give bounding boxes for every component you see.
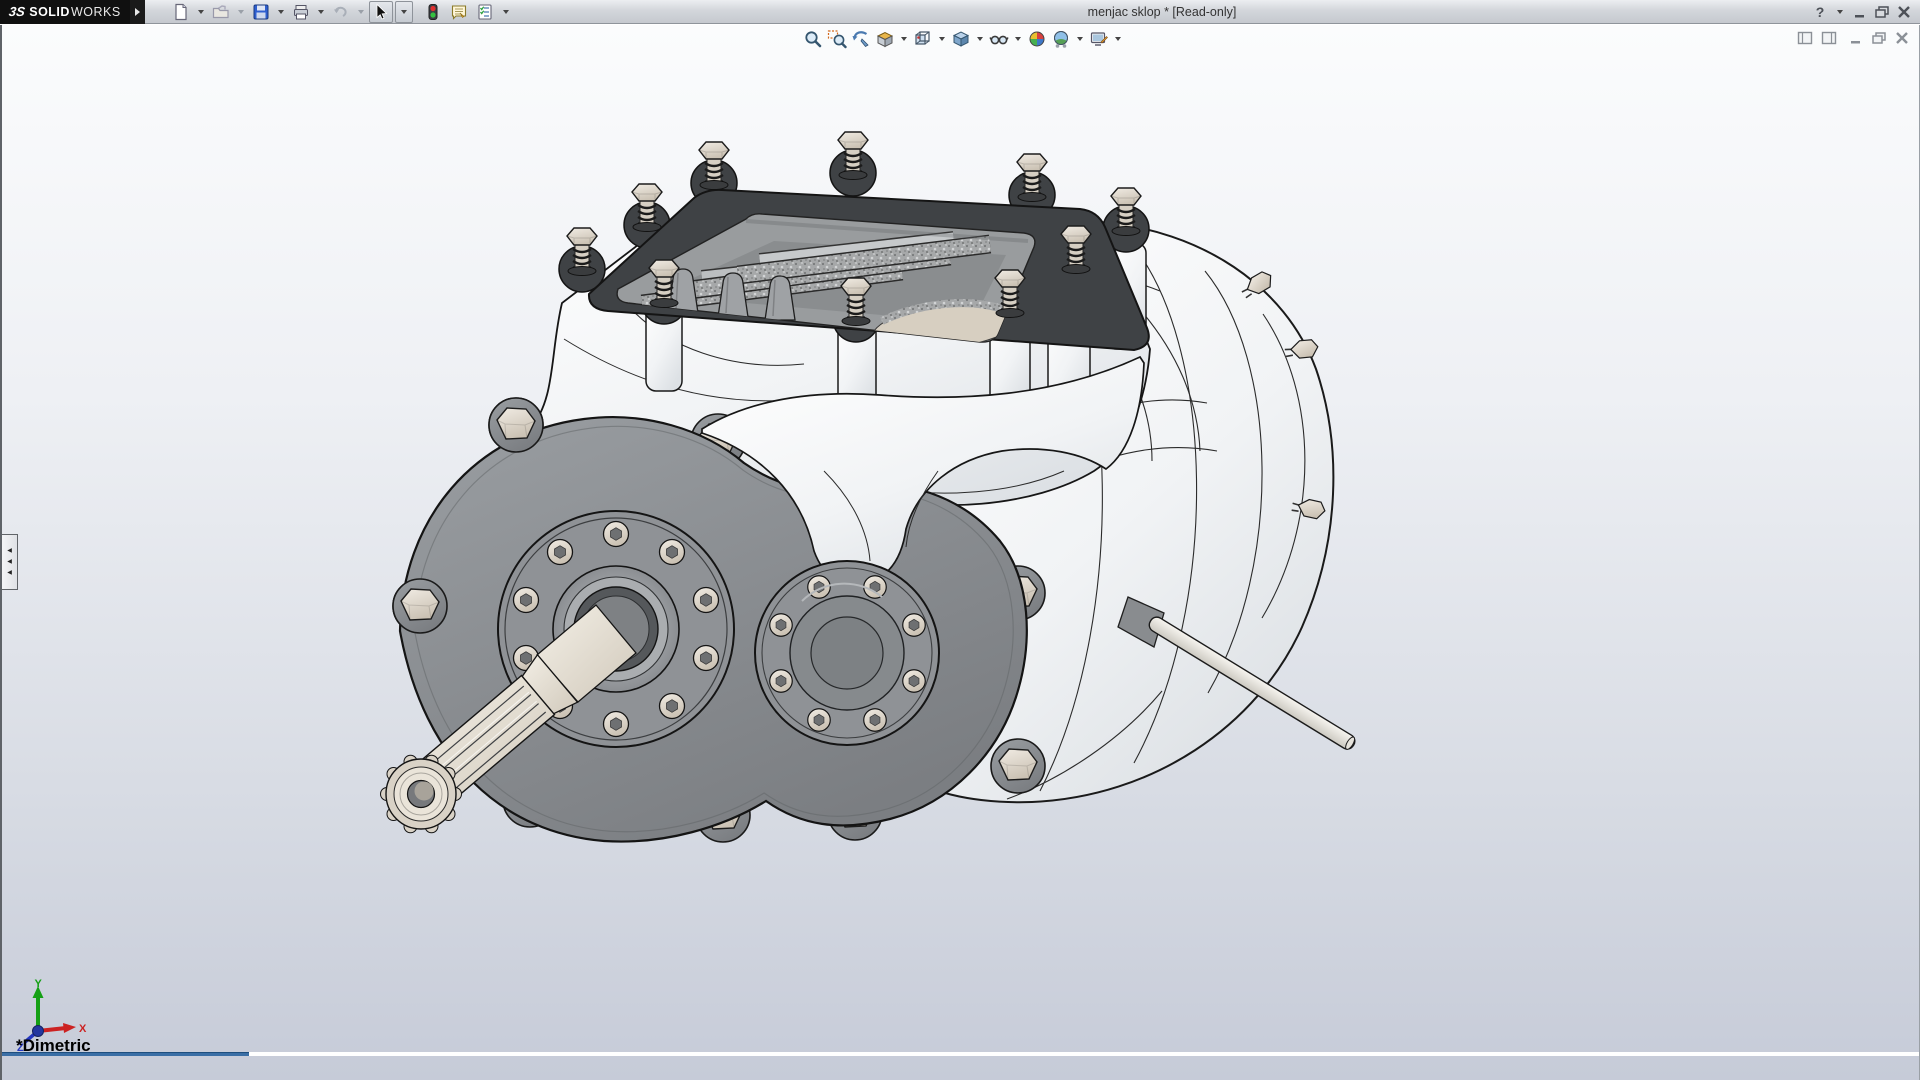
right-pane-icon <box>1821 31 1837 45</box>
close-icon <box>1897 5 1911 19</box>
gearbox-assembly <box>381 132 1358 842</box>
undo-dropdown[interactable] <box>358 10 364 14</box>
toolbar-options-dropdown[interactable] <box>503 10 509 14</box>
zoom-to-fit-button[interactable] <box>802 27 824 51</box>
document-window-controls <box>1797 29 1909 47</box>
restore-button[interactable] <box>1874 2 1890 22</box>
caret-down-icon <box>401 10 407 14</box>
minimize-icon <box>1849 31 1863 45</box>
solidworks-window: 3SSOLIDWORKS <box>0 0 1920 1080</box>
heads-up-view-toolbar <box>802 26 1124 52</box>
gearbox-model[interactable] <box>2 25 1920 1080</box>
display-style-button[interactable] <box>950 27 972 51</box>
checklist-icon <box>476 3 494 21</box>
show-left-pane-button[interactable] <box>1797 29 1813 47</box>
graphics-viewport[interactable]: ◀ ◀ ◀ Y X Z *Dimetric <box>0 25 1920 1080</box>
left-arrow-icon: ◀ <box>7 548 12 554</box>
left-pane-icon <box>1797 31 1813 45</box>
edit-appearance-button[interactable] <box>1026 27 1048 51</box>
printer-icon <box>292 3 310 21</box>
x-axis-label: X <box>79 1023 87 1035</box>
logo-mark: 3S <box>8 4 26 19</box>
zoom-to-area-icon <box>827 29 847 49</box>
window-title: menjac sklop * [Read-only] <box>512 5 1812 19</box>
undo-arrow-icon <box>332 3 350 21</box>
print-dropdown[interactable] <box>318 10 324 14</box>
zoom-to-area-button[interactable] <box>826 27 848 51</box>
previous-view-icon <box>851 29 871 49</box>
edit-appearance-icon <box>1027 29 1047 49</box>
apply-scene-dropdown[interactable] <box>1077 37 1083 41</box>
hide-show-items-icon <box>989 29 1009 49</box>
view-orientation-dropdown[interactable] <box>939 37 945 41</box>
note-icon <box>450 3 468 21</box>
open-folder-icon <box>212 3 230 21</box>
close-button[interactable] <box>1896 2 1912 22</box>
cursor-arrow-icon <box>372 3 390 21</box>
view-settings-dropdown[interactable] <box>1115 37 1121 41</box>
new-button[interactable] <box>169 1 193 23</box>
zoom-to-fit-icon <box>803 29 823 49</box>
view-settings-icon <box>1089 29 1109 49</box>
print-button[interactable] <box>289 1 313 23</box>
save-floppy-icon <box>252 3 270 21</box>
open-dropdown[interactable] <box>238 10 244 14</box>
select-dropdown[interactable] <box>395 1 413 23</box>
view-orientation-icon <box>913 29 933 49</box>
title-bar: 3SSOLIDWORKS <box>0 0 1920 24</box>
open-button[interactable] <box>209 1 233 23</box>
logo-name-light: WORKS <box>71 5 121 19</box>
select-button[interactable] <box>369 1 393 23</box>
window-border-bottom <box>2 1052 249 1056</box>
menu-flyout-button[interactable] <box>130 0 145 24</box>
restore-icon <box>1874 5 1890 19</box>
section-view-icon <box>875 29 895 49</box>
minimize-icon <box>1853 5 1867 19</box>
save-dropdown[interactable] <box>278 10 284 14</box>
interference-button[interactable] <box>421 1 445 23</box>
comment-button[interactable] <box>447 1 471 23</box>
minimize-document-button[interactable] <box>1849 29 1863 47</box>
design-checker-button[interactable] <box>473 1 497 23</box>
section-view-dropdown[interactable] <box>901 37 907 41</box>
undo-button[interactable] <box>329 1 353 23</box>
new-document-icon <box>172 3 190 21</box>
restore-icon <box>1871 31 1887 45</box>
view-orientation-button[interactable] <box>912 27 934 51</box>
apply-scene-button[interactable] <box>1050 27 1072 51</box>
solidworks-logo: 3SSOLIDWORKS <box>0 0 130 24</box>
restore-document-button[interactable] <box>1871 29 1887 47</box>
save-button[interactable] <box>249 1 273 23</box>
new-dropdown[interactable] <box>198 10 204 14</box>
show-right-pane-button[interactable] <box>1821 29 1837 47</box>
minimize-button[interactable] <box>1852 2 1868 22</box>
left-arrow-icon: ◀ <box>7 559 12 565</box>
previous-view-button[interactable] <box>850 27 872 51</box>
display-style-icon <box>951 29 971 49</box>
left-arrow-icon: ◀ <box>7 570 12 576</box>
flyout-arrow-icon <box>135 8 140 16</box>
help-button[interactable]: ? <box>1812 2 1828 22</box>
hide-show-items-button[interactable] <box>988 27 1010 51</box>
help-dropdown[interactable] <box>1837 10 1843 14</box>
close-document-button[interactable] <box>1895 29 1909 47</box>
y-axis-label: Y <box>35 978 43 990</box>
close-icon <box>1895 31 1909 45</box>
view-settings-button[interactable] <box>1088 27 1110 51</box>
bottom-strip <box>249 1052 1920 1056</box>
traffic-light-icon <box>424 3 442 21</box>
feature-manager-flyout-tab[interactable]: ◀ ◀ ◀ <box>2 534 18 590</box>
section-view-button[interactable] <box>874 27 896 51</box>
apply-scene-icon <box>1051 29 1071 49</box>
hide-show-items-dropdown[interactable] <box>1015 37 1021 41</box>
logo-name-bold: SOLID <box>29 5 70 19</box>
display-style-dropdown[interactable] <box>977 37 983 41</box>
